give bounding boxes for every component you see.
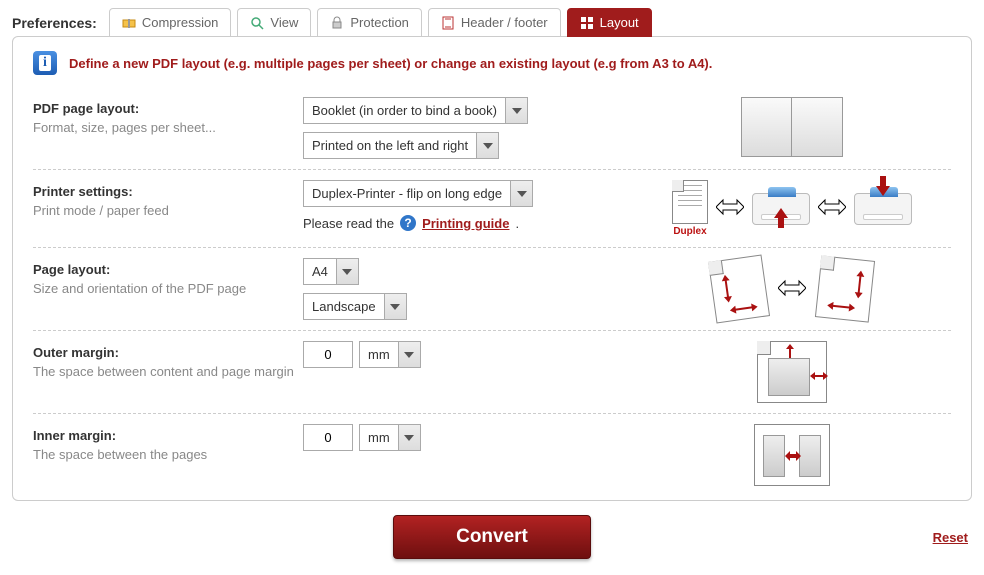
chevron-down-icon xyxy=(398,342,420,367)
tab-label: Compression xyxy=(142,15,219,30)
tab-bar: Preferences: Compression View Protection… xyxy=(12,8,972,37)
pdf-layout-select[interactable]: Booklet (in order to bind a book) xyxy=(303,97,528,124)
chevron-down-icon xyxy=(510,181,532,206)
chevron-down-icon xyxy=(336,259,358,284)
compression-icon xyxy=(122,16,136,30)
chevron-down-icon xyxy=(505,98,527,123)
printing-guide-link[interactable]: Printing guide xyxy=(422,216,509,231)
tab-label: Layout xyxy=(600,15,639,30)
duplex-label: Duplex xyxy=(672,226,708,237)
row-inner-margin: Inner margin: The space between the page… xyxy=(33,414,951,496)
pdf-layout-sub: Format, size, pages per sheet... xyxy=(33,120,303,135)
double-arrow-icon xyxy=(818,198,846,219)
row-printer-settings: Printer settings: Print mode / paper fee… xyxy=(33,170,951,248)
info-text: Define a new PDF layout (e.g. multiple p… xyxy=(69,56,712,71)
illustration-page-orientation xyxy=(633,258,951,320)
tab-label: Protection xyxy=(350,15,409,30)
tab-label: Header / footer xyxy=(461,15,548,30)
help-icon[interactable]: ? xyxy=(400,215,416,231)
printer-icon xyxy=(854,193,912,225)
select-value: Duplex-Printer - flip on long edge xyxy=(304,181,510,206)
illustration-booklet xyxy=(633,97,951,157)
inner-margin-input[interactable] xyxy=(303,424,353,451)
select-value: mm xyxy=(360,342,398,367)
row-page-layout: Page layout: Size and orientation of the… xyxy=(33,248,951,331)
row-pdf-layout: PDF page layout: Format, size, pages per… xyxy=(33,87,951,170)
read-text: Please read the xyxy=(303,216,394,231)
page-size-select[interactable]: A4 xyxy=(303,258,359,285)
tab-header-footer[interactable]: Header / footer xyxy=(428,8,561,37)
info-icon: i xyxy=(33,51,57,75)
double-arrow-icon xyxy=(716,198,744,219)
preferences-label: Preferences: xyxy=(12,15,97,31)
outer-margin-title: Outer margin: xyxy=(33,345,303,360)
reset-link[interactable]: Reset xyxy=(933,530,968,545)
outer-margin-sub: The space between content and page margi… xyxy=(33,364,303,379)
inner-margin-title: Inner margin: xyxy=(33,428,303,443)
illustration-inner-margin xyxy=(633,424,951,486)
lock-icon xyxy=(330,16,344,30)
illustration-duplex: Duplex xyxy=(633,180,951,237)
tab-layout[interactable]: Layout xyxy=(567,8,652,37)
row-outer-margin: Outer margin: The space between content … xyxy=(33,331,951,414)
printer-icon xyxy=(752,193,810,225)
layout-icon xyxy=(580,16,594,30)
tab-protection[interactable]: Protection xyxy=(317,8,422,37)
select-value: Booklet (in order to bind a book) xyxy=(304,98,505,123)
double-arrow-icon xyxy=(778,279,806,300)
select-value: A4 xyxy=(304,259,336,284)
printer-settings-sub: Print mode / paper feed xyxy=(33,203,303,218)
page-layout-title: Page layout: xyxy=(33,262,303,277)
chevron-down-icon xyxy=(476,133,498,158)
page-icon xyxy=(441,16,455,30)
select-value: Printed on the left and right xyxy=(304,133,476,158)
tab-label: View xyxy=(270,15,298,30)
outer-margin-input[interactable] xyxy=(303,341,353,368)
printer-settings-title: Printer settings: xyxy=(33,184,303,199)
convert-button[interactable]: Convert xyxy=(393,515,591,559)
info-banner: i Define a new PDF layout (e.g. multiple… xyxy=(33,51,951,75)
footer: Convert Reset xyxy=(12,501,972,567)
arrow-up-icon xyxy=(774,208,788,228)
select-value: mm xyxy=(360,425,398,450)
printer-mode-select[interactable]: Duplex-Printer - flip on long edge xyxy=(303,180,533,207)
page-orientation-select[interactable]: Landscape xyxy=(303,293,407,320)
outer-margin-unit-select[interactable]: mm xyxy=(359,341,421,368)
chevron-down-icon xyxy=(398,425,420,450)
pdf-layout-side-select[interactable]: Printed on the left and right xyxy=(303,132,499,159)
inner-margin-sub: The space between the pages xyxy=(33,447,303,462)
view-icon xyxy=(250,16,264,30)
page-layout-sub: Size and orientation of the PDF page xyxy=(33,281,303,296)
select-value: Landscape xyxy=(304,294,384,319)
illustration-outer-margin xyxy=(633,341,951,403)
arrow-down-icon xyxy=(876,176,890,196)
tab-compression[interactable]: Compression xyxy=(109,8,232,37)
pdf-layout-title: PDF page layout: xyxy=(33,101,303,116)
tab-view[interactable]: View xyxy=(237,8,311,37)
inner-margin-unit-select[interactable]: mm xyxy=(359,424,421,451)
layout-panel: i Define a new PDF layout (e.g. multiple… xyxy=(12,36,972,501)
chevron-down-icon xyxy=(384,294,406,319)
